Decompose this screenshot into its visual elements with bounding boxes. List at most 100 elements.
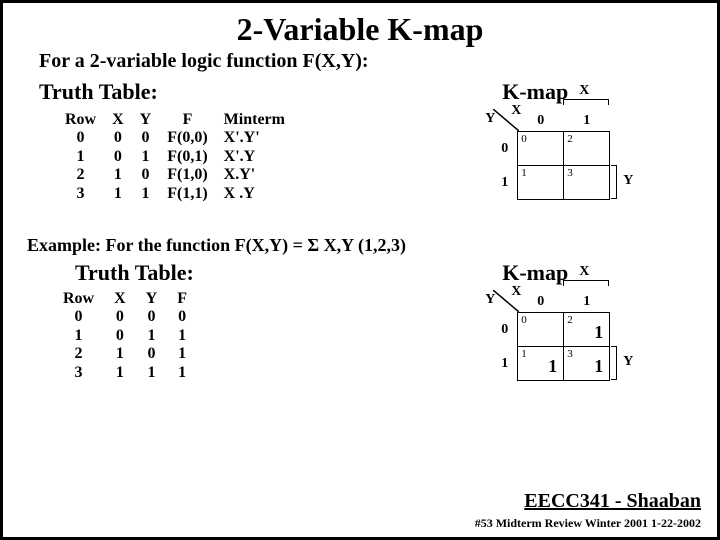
cell: 0 [136, 345, 168, 363]
footer-meta: #53 Midterm Review Winter 2001 1-22-2002 [475, 516, 701, 531]
x-axis-label: X [579, 264, 589, 280]
lower-row: Truth Table: Row X Y F 0000 1011 2101 31… [23, 260, 697, 406]
cell: 1 [104, 364, 136, 382]
row-1: 1 [501, 175, 508, 191]
cell-index: 3 [567, 167, 573, 179]
diagonal-line-icon [493, 109, 519, 131]
col-1: 1 [583, 113, 590, 129]
cell: 1 [104, 166, 132, 184]
example-text: Example: For the function F(X,Y) = Σ X,Y… [27, 235, 697, 256]
th-y: Y [132, 111, 160, 129]
th-f: F [159, 111, 215, 129]
kmap-grid-2: 0 21 11 31 [517, 312, 610, 381]
cell-index: 1 [521, 348, 527, 360]
cell: F(0,0) [159, 129, 215, 147]
cell: X .Y [216, 185, 293, 203]
cell: 1 [104, 185, 132, 203]
cell: 1 [167, 364, 197, 382]
cell: 1 [136, 364, 168, 382]
cell: 1 [104, 345, 136, 363]
truth-table-block-2: Truth Table: Row X Y F 0000 1011 2101 31… [23, 260, 373, 382]
cell: F(1,1) [159, 185, 215, 203]
kmap-cell: 0 [518, 313, 564, 347]
th-x: X [104, 290, 136, 308]
kmap-cell: 11 [518, 347, 564, 381]
cell: 0 [104, 308, 136, 326]
cell: X'.Y' [216, 129, 293, 147]
cell: X.Y' [216, 166, 293, 184]
cell-index: 2 [567, 314, 573, 326]
th-minterm: Minterm [216, 111, 293, 129]
cell: 1 [53, 327, 104, 345]
page-subtitle: For a 2-variable logic function F(X,Y): [39, 50, 697, 73]
footer-course: EECC341 - Shaaban [524, 490, 701, 513]
cell: F(0,1) [159, 148, 215, 166]
kmap-cell: 3 [564, 166, 610, 200]
y-bracket-icon [611, 346, 617, 380]
kmap-grid-1: 0 2 1 3 [517, 131, 610, 200]
kmap-heading-1: K-map [373, 79, 697, 105]
kmap-cell: 31 [564, 347, 610, 381]
cell-index: 3 [567, 348, 573, 360]
cell-index: 0 [521, 133, 527, 145]
x-bracket-icon [563, 99, 609, 105]
cell: 0 [132, 166, 160, 184]
cell: 0 [132, 129, 160, 147]
cell-index: 1 [521, 167, 527, 179]
cell: 1 [132, 148, 160, 166]
cell: 1 [132, 185, 160, 203]
cell: 0 [104, 327, 136, 345]
kmap-block-2: K-map Y X 0 1 0 1 0 21 11 31 [373, 260, 697, 406]
kmap-cell: 2 [564, 132, 610, 166]
diagonal-line-icon [493, 290, 519, 312]
cell: X'.Y [216, 148, 293, 166]
kmap-heading-2: K-map [373, 260, 697, 286]
x-axis-label: X [579, 83, 589, 99]
cell: 3 [53, 364, 104, 382]
th-x: X [104, 111, 132, 129]
cell: F(1,0) [159, 166, 215, 184]
cell-index: 0 [521, 314, 527, 326]
cell: 0 [136, 308, 168, 326]
kmap-cell: 0 [518, 132, 564, 166]
cell: 3 [57, 185, 104, 203]
truth-table-heading-2: Truth Table: [75, 260, 373, 286]
truth-table-block-1: Truth Table: Row X Y F Minterm 000F(0,0)… [23, 79, 373, 203]
row-1: 1 [501, 356, 508, 372]
th-y: Y [136, 290, 168, 308]
truth-table-1: Row X Y F Minterm 000F(0,0)X'.Y' 101F(0,… [57, 111, 293, 203]
cell: 0 [57, 129, 104, 147]
th-f: F [167, 290, 197, 308]
cell: 1 [167, 327, 197, 345]
cell: 2 [53, 345, 104, 363]
page-title: 2-Variable K-map [23, 11, 697, 48]
cell-index: 2 [567, 133, 573, 145]
cell: 0 [104, 148, 132, 166]
y-bracket-icon [611, 165, 617, 199]
cell: 1 [167, 345, 197, 363]
cell: 0 [53, 308, 104, 326]
kmap-cell: 1 [518, 166, 564, 200]
cell: 2 [57, 166, 104, 184]
y-axis-label: Y [623, 354, 633, 370]
row-0: 0 [501, 141, 508, 157]
cell: 0 [167, 308, 197, 326]
cell-value: 1 [548, 356, 557, 377]
cell: 1 [57, 148, 104, 166]
y-axis-label: Y [623, 173, 633, 189]
truth-table-2: Row X Y F 0000 1011 2101 3111 [53, 290, 197, 382]
kmap-block-1: K-map Y X 0 1 0 1 0 2 1 3 [373, 79, 697, 225]
slide: 2-Variable K-map For a 2-variable logic … [0, 0, 720, 540]
upper-row: Truth Table: Row X Y F Minterm 000F(0,0)… [23, 79, 697, 225]
col-1: 1 [583, 294, 590, 310]
col-0: 0 [537, 294, 544, 310]
cell-value: 1 [594, 356, 603, 377]
cell-value: 1 [594, 322, 603, 343]
col-0: 0 [537, 113, 544, 129]
th-row: Row [53, 290, 104, 308]
row-0: 0 [501, 322, 508, 338]
kmap-cell: 21 [564, 313, 610, 347]
x-bracket-icon [563, 280, 609, 286]
cell: 1 [136, 327, 168, 345]
cell: 0 [104, 129, 132, 147]
